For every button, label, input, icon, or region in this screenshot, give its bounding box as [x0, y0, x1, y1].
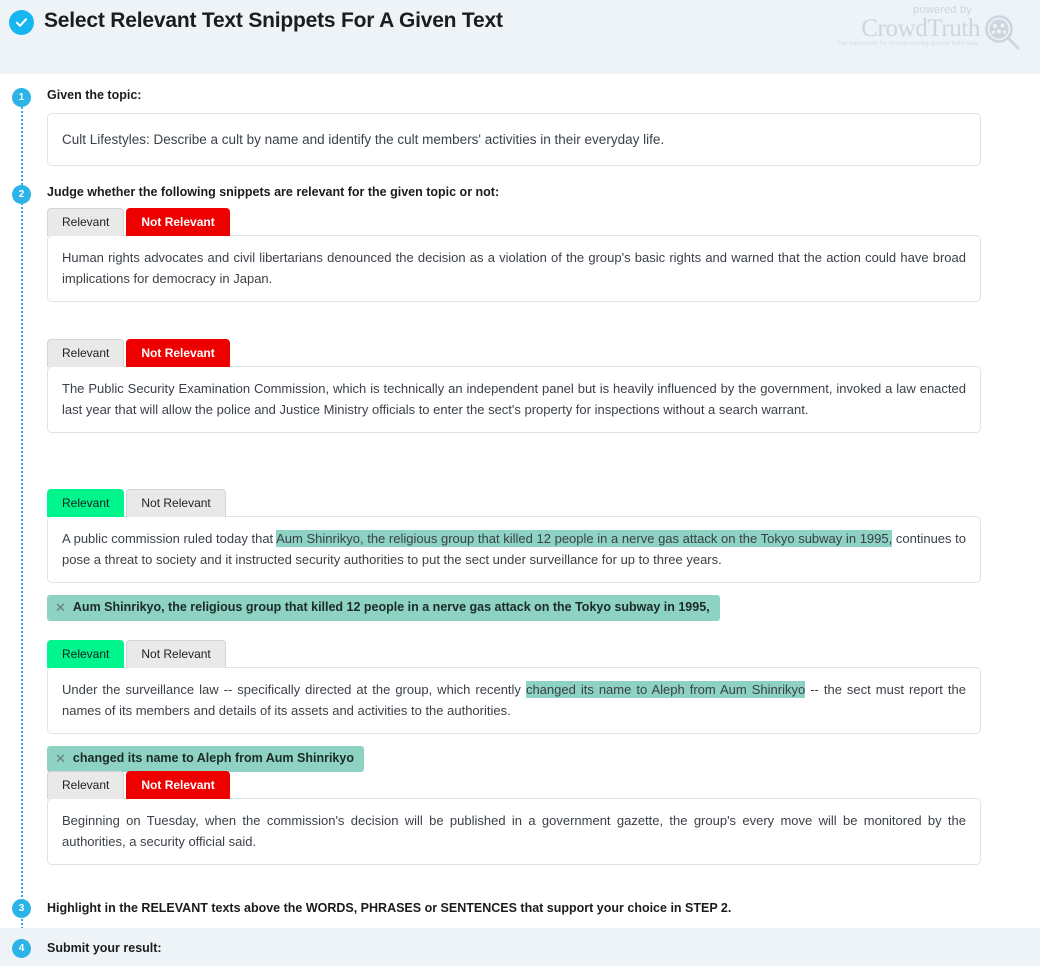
logo-tagline: The framework for crowdsourcing ground t… [836, 41, 978, 47]
magnifier-crowd-icon [982, 12, 1022, 57]
step-marker-1: 1 [12, 88, 31, 107]
step-2-label: Judge whether the following snippets are… [47, 185, 500, 199]
task-page: Select Relevant Text Snippets For A Give… [0, 0, 1040, 966]
step-marker-3: 3 [12, 899, 31, 918]
step-4-label: Submit your result: [47, 941, 162, 955]
topic-display-box: Cult Lifestyles: Describe a cult by name… [47, 113, 981, 166]
snippet-text-box-5[interactable]: Beginning on Tuesday, when the commissio… [47, 798, 981, 865]
judgement-buttons-1: Relevant Not Relevant [47, 208, 981, 236]
page-header: Select Relevant Text Snippets For A Give… [0, 0, 1040, 74]
snippet-text-2: The Public Security Examination Commissi… [62, 381, 966, 417]
snippet-text-box-4[interactable]: Under the surveillance law -- specifical… [47, 667, 981, 734]
not-relevant-button-5[interactable]: Not Relevant [126, 771, 230, 799]
relevant-button-5[interactable]: Relevant [47, 771, 125, 799]
relevant-button-3[interactable]: Relevant [47, 489, 125, 517]
snippet-block-3: Relevant Not Relevant A public commissio… [47, 489, 981, 621]
snippet-text-1: Human rights advocates and civil liberta… [62, 250, 966, 286]
crowdtruth-logo: powered by CrowdTruth The framework for … [837, 4, 1024, 52]
snippet-text-box-3[interactable]: A public commission ruled today that Aum… [47, 516, 981, 583]
step-3-label: Highlight in the RELEVANT texts above th… [47, 901, 732, 915]
relevant-button-1[interactable]: Relevant [47, 208, 125, 236]
judgement-buttons-3: Relevant Not Relevant [47, 489, 981, 517]
highlight-tag-row-3: ✕ Aum Shinrikyo, the religious group that… [47, 595, 981, 621]
snippet-highlight-3[interactable]: Aum Shinrikyo, the religious group that … [276, 530, 893, 547]
judgement-buttons-2: Relevant Not Relevant [47, 339, 981, 367]
close-x-icon[interactable]: ✕ [55, 752, 66, 765]
snippet-highlight-4[interactable]: changed its name to Aleph from Aum Shinr… [525, 681, 806, 698]
logo-brand-name: CrowdTruth [861, 15, 980, 42]
snippet-block-4: Relevant Not Relevant Under the surveill… [47, 640, 981, 772]
relevant-button-2[interactable]: Relevant [47, 339, 125, 367]
relevant-button-4[interactable]: Relevant [47, 640, 125, 668]
not-relevant-button-3[interactable]: Not Relevant [126, 489, 226, 517]
highlight-tag-row-4: ✕ changed its name to Aleph from Aum Shin… [47, 746, 981, 772]
highlight-tag-4[interactable]: ✕ changed its name to Aleph from Aum Shin… [47, 746, 364, 772]
step-1-label: Given the topic: [47, 88, 142, 102]
snippet-text-3: A public commission ruled today that Aum… [62, 530, 967, 567]
snippet-text-4: Under the surveillance law -- specifical… [62, 681, 966, 718]
not-relevant-button-4[interactable]: Not Relevant [126, 640, 226, 668]
step-marker-4: 4 [12, 939, 31, 958]
snippet-block-2: Relevant Not Relevant The Public Securit… [47, 339, 981, 433]
snippet-text-box-1[interactable]: Human rights advocates and civil liberta… [47, 235, 981, 302]
highlight-tag-text-3: Aum Shinrikyo, the religious group that … [72, 600, 710, 615]
close-x-icon[interactable]: ✕ [55, 601, 66, 614]
page-title: Select Relevant Text Snippets For A Give… [44, 9, 503, 32]
snippet-text-box-2[interactable]: The Public Security Examination Commissi… [47, 366, 981, 433]
snippet-text-5: Beginning on Tuesday, when the commissio… [62, 813, 966, 849]
check-circle-icon [9, 10, 34, 35]
highlight-tag-3[interactable]: ✕ Aum Shinrikyo, the religious group that… [47, 595, 720, 621]
not-relevant-button-2[interactable]: Not Relevant [126, 339, 230, 367]
judgement-buttons-4: Relevant Not Relevant [47, 640, 981, 668]
highlight-tag-text-4: changed its name to Aleph from Aum Shinr… [72, 751, 354, 766]
steps-rail [21, 95, 23, 961]
snippet-block-1: Relevant Not Relevant Human rights advoc… [47, 208, 981, 302]
snippet-block-5: Relevant Not Relevant Beginning on Tuesd… [47, 771, 981, 865]
step-marker-2: 2 [12, 185, 31, 204]
judgement-buttons-5: Relevant Not Relevant [47, 771, 981, 799]
not-relevant-button-1[interactable]: Not Relevant [126, 208, 230, 236]
topic-text: Cult Lifestyles: Describe a cult by name… [62, 132, 665, 147]
